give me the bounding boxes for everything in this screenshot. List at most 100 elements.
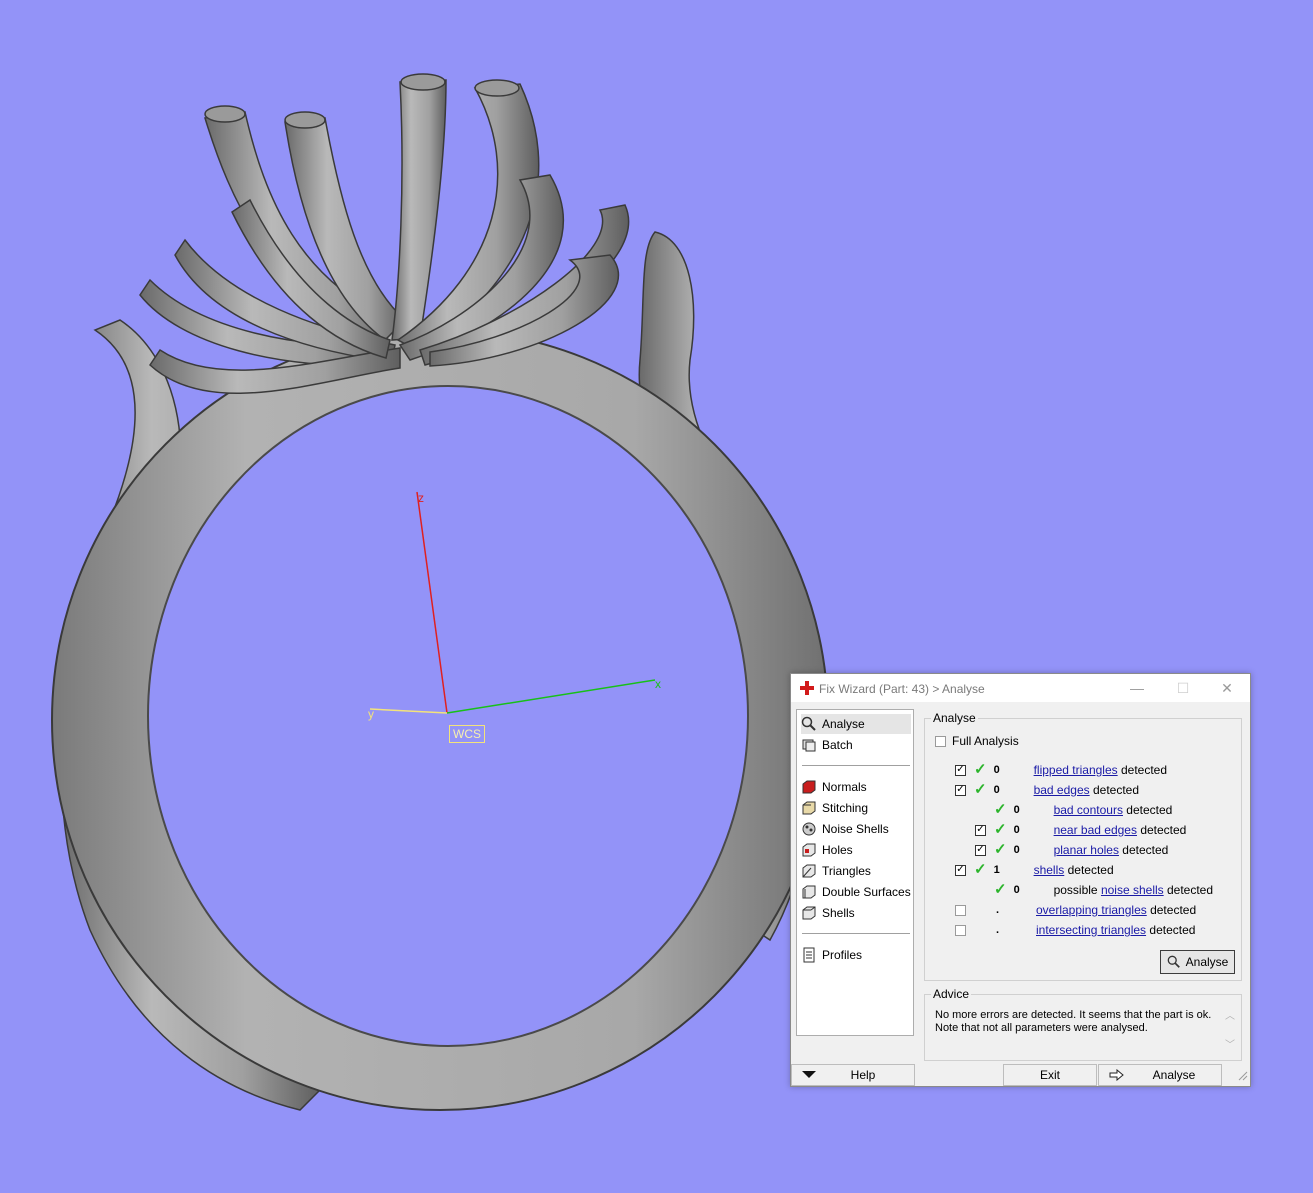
nav-item-analyse[interactable]: Analyse — [801, 714, 911, 734]
batch-icon — [801, 737, 817, 753]
row-count: 0 — [1013, 824, 1020, 836]
planar-holes-link[interactable]: planar holes — [1054, 843, 1119, 857]
row-prefix: possible — [1053, 883, 1101, 897]
advice-group-label: Advice — [931, 987, 972, 1001]
nav-item-label: Noise Shells — [822, 822, 889, 836]
row-count: 0 — [993, 764, 1000, 776]
scroll-up-icon[interactable]: ︿ — [1225, 1007, 1235, 1022]
bottom-bar: Help Exit Analyse — [791, 1064, 1250, 1086]
close-button[interactable]: ✕ — [1206, 676, 1248, 700]
full-analysis-label: Full Analysis — [952, 734, 1019, 748]
row-checkbox[interactable] — [955, 924, 966, 936]
nav-item-label: Double Surfaces — [822, 885, 911, 899]
analyse-button-label: Analyse — [1185, 955, 1229, 969]
red-cross-icon — [800, 681, 814, 698]
magnifier-icon — [1167, 955, 1181, 969]
dialog-title: Fix Wizard (Part: 43) > Analyse — [819, 682, 985, 696]
row-checkbox[interactable]: ✓ — [955, 864, 966, 876]
nav-item-holes[interactable]: Holes — [801, 840, 911, 860]
nav-item-shells[interactable]: Shells — [801, 903, 911, 923]
row-checkbox[interactable]: ✓ — [955, 764, 966, 776]
advice-text: No more errors are detected. It seems th… — [935, 1009, 1212, 1034]
near-bad-edges-link[interactable]: near bad edges — [1054, 823, 1137, 837]
row-suffix: detected — [1146, 903, 1197, 917]
row-count: 0 — [1013, 844, 1020, 856]
row-count: . — [996, 924, 1000, 936]
row-checkbox[interactable]: ✓ — [975, 824, 986, 836]
analyse-next-button[interactable]: Analyse — [1098, 1064, 1222, 1086]
minimize-button[interactable]: — — [1116, 676, 1158, 700]
advice-group: Advice No more errors are detected. It s… — [924, 987, 1242, 1061]
arrow-right-icon — [1109, 1068, 1125, 1084]
nav-item-label: Profiles — [822, 948, 863, 962]
analysis-row-noise-shells: ✓ 0 possible noise shells detected — [994, 882, 1213, 898]
exit-button[interactable]: Exit — [1003, 1064, 1097, 1086]
row-checkbox[interactable]: ✓ — [955, 784, 966, 796]
row-count: 0 — [1013, 804, 1020, 816]
maximize-button: ☐ — [1176, 679, 1190, 696]
double-surfaces-icon — [801, 884, 817, 900]
nav-item-triangles[interactable]: Triangles — [801, 861, 911, 881]
title-bar[interactable]: Fix Wizard (Part: 43) > Analyse — ☐ ✕ — [791, 674, 1250, 702]
overlapping-triangles-link[interactable]: overlapping triangles — [1036, 903, 1147, 917]
intersecting-triangles-link[interactable]: intersecting triangles — [1036, 923, 1146, 937]
flipped-triangles-link[interactable]: flipped triangles — [1034, 763, 1118, 777]
row-count: . — [996, 904, 1000, 916]
analyse-next-label: Analyse — [1152, 1068, 1196, 1082]
bad-contours-link[interactable]: bad contours — [1054, 803, 1123, 817]
row-checkbox[interactable] — [955, 904, 966, 916]
green-check-icon: ✓ — [994, 881, 1007, 898]
row-count: 0 — [1013, 884, 1020, 896]
exit-button-label: Exit — [1039, 1068, 1060, 1082]
profiles-icon — [801, 947, 817, 963]
row-checkbox[interactable]: ✓ — [975, 844, 986, 856]
analyse-button[interactable]: Analyse — [1160, 950, 1235, 974]
nav-item-label: Shells — [822, 906, 855, 920]
analysis-row-shells: ✓ ✓ 1 shells detected — [955, 862, 1114, 878]
help-button-label: Help — [850, 1068, 876, 1082]
green-check-icon: ✓ — [974, 761, 987, 778]
analysis-row-bad-contours: ✓ 0 bad contours detected — [994, 802, 1172, 818]
stitching-icon — [801, 800, 817, 816]
nav-item-label: Triangles — [822, 864, 871, 878]
noise-shells-link[interactable]: noise shells — [1101, 883, 1164, 897]
row-count: 1 — [993, 864, 1000, 876]
row-suffix: detected — [1136, 823, 1187, 837]
arrow-down-icon — [802, 1071, 816, 1078]
fix-wizard-dialog: Fix Wizard (Part: 43) > Analyse — ☐ ✕ An… — [790, 673, 1251, 1087]
magnifier-icon — [801, 716, 817, 732]
nav-divider — [802, 765, 910, 766]
help-button[interactable]: Help — [791, 1064, 915, 1086]
row-suffix: detected — [1117, 763, 1168, 777]
row-suffix: detected — [1122, 803, 1173, 817]
nav-item-profiles[interactable]: Profiles — [801, 945, 911, 965]
analysis-row-planar-holes: ✓ ✓ 0 planar holes detected — [975, 842, 1168, 858]
nav-item-double-surfaces[interactable]: Double Surfaces — [801, 882, 911, 902]
resize-grip-icon[interactable] — [1238, 1070, 1248, 1084]
analysis-row-flipped-triangles: ✓ ✓ 0 flipped triangles detected — [955, 762, 1167, 778]
nav-item-normals[interactable]: Normals — [801, 777, 911, 797]
nav-item-stitching[interactable]: Stitching — [801, 798, 911, 818]
row-suffix: detected — [1146, 923, 1196, 937]
noise-shells-icon — [801, 821, 817, 837]
analysis-row-intersecting-triangles: . intersecting triangles detected — [955, 922, 1195, 938]
advice-scrollbar[interactable]: ︿ ﹀ — [1223, 1007, 1237, 1051]
green-check-icon: ✓ — [994, 841, 1007, 858]
nav-item-label: Normals — [822, 780, 867, 794]
green-check-icon: ✓ — [994, 801, 1007, 818]
nav-item-noise-shells[interactable]: Noise Shells — [801, 819, 911, 839]
shells-link[interactable]: shells — [1034, 863, 1065, 877]
full-analysis-option[interactable]: Full Analysis — [935, 733, 1019, 749]
nav-item-label: Batch — [822, 738, 853, 752]
nav-item-batch[interactable]: Batch — [801, 735, 911, 755]
row-suffix: detected — [1089, 783, 1140, 797]
nav-item-label: Analyse — [822, 717, 865, 731]
shells-icon — [801, 905, 817, 921]
analysis-row-overlapping-triangles: . overlapping triangles detected — [955, 902, 1196, 918]
full-analysis-checkbox[interactable] — [935, 735, 946, 747]
wizard-nav-panel: Analyse Batch Normals Stitching Noise Sh… — [796, 709, 914, 1036]
bad-edges-link[interactable]: bad edges — [1034, 783, 1090, 797]
green-check-icon: ✓ — [994, 821, 1007, 838]
scroll-down-icon[interactable]: ﹀ — [1225, 1036, 1235, 1051]
analyse-group: Analyse Full Analysis ✓ ✓ 0 flipped tria… — [924, 711, 1242, 981]
